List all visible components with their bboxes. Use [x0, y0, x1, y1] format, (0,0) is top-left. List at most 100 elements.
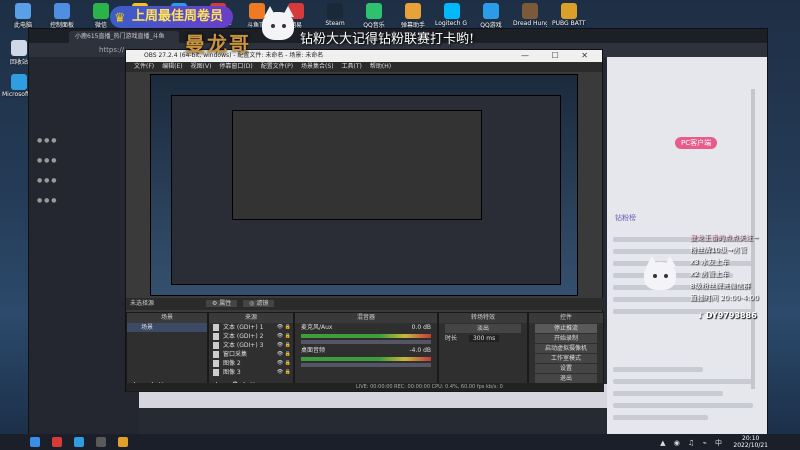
desktop-icon[interactable]: 控制面板 — [45, 3, 79, 29]
mixer-db-value: 0.0 dB — [411, 324, 431, 331]
menu-item[interactable]: 文件(F) — [134, 63, 154, 70]
controls-dock: 控件 停止推流 开始录制 启动虚拟摄像机 工作室模式 设置 退出 — [528, 312, 604, 392]
app-icon — [366, 3, 382, 19]
scenes-title: 场景 — [127, 313, 207, 323]
desktop-icon[interactable]: PUBG BATTLEGR... — [552, 3, 586, 27]
app-icon — [483, 3, 499, 19]
volume-slider[interactable] — [301, 363, 431, 367]
desktop-icon[interactable]: Dread Hunger — [513, 3, 547, 27]
control-button[interactable]: 工作室模式 — [535, 354, 597, 363]
menu-item[interactable]: 工具(T) — [342, 63, 362, 70]
site-sidebar: ● ● ● ● ● ● ● ● ● ● ● ● — [29, 57, 139, 435]
sources-dock: 来源 文本 (GDI+) 1 👁 🔒 文本 (GDI+) 2 👁 🔒 文本 (GDI… — [208, 312, 294, 392]
sidebar-item[interactable]: ● ● ● — [37, 177, 57, 184]
control-button[interactable]: 开始录制 — [535, 334, 597, 343]
control-button[interactable]: 停止推流 — [535, 324, 597, 333]
visibility-lock-icon[interactable]: 👁 🔒 — [277, 359, 291, 368]
overlay-title: 曼龙王番的点点关注~ — [690, 234, 759, 242]
menu-item[interactable]: 停靠窗口(D) — [219, 63, 252, 70]
clock-time: 20:10 — [742, 435, 760, 442]
source-type-icon — [213, 351, 219, 358]
control-button[interactable]: 启动虚拟摄像机 — [535, 344, 597, 353]
duration-row: 时长 300 ms — [439, 334, 527, 343]
visibility-lock-icon[interactable]: 👁 🔒 — [277, 332, 291, 341]
desktop-icon[interactable]: QQ游戏 — [474, 3, 508, 29]
taskbar-app-icon[interactable] — [118, 437, 128, 447]
desktop-icon-label: PUBG BATTLEGR... — [552, 20, 586, 27]
overlay-line: 粉丝牌10级→房管 — [690, 246, 747, 254]
desktop-icon[interactable]: Logitech G HUB — [435, 3, 469, 27]
menu-item[interactable]: 配置文件(P) — [261, 63, 293, 70]
control-button[interactable]: 设置 — [535, 364, 597, 373]
sidebar-item[interactable]: ● ● ● — [37, 137, 57, 144]
system-tray[interactable]: ▲ ◉ ♫ ⌁ 中 — [660, 438, 725, 448]
crown-icon: ♛ — [114, 11, 126, 26]
sidebar-item[interactable]: ● ● ● — [37, 157, 57, 164]
sources-title: 来源 — [209, 313, 293, 323]
source-item[interactable]: 文本 (GDI+) 2 👁 🔒 — [209, 332, 293, 341]
overlay-line: x2 房管上车 — [690, 270, 729, 278]
app-icon — [444, 3, 460, 19]
desktop-icon-label: Dread Hunger — [513, 20, 547, 27]
overlay-line: 直播时间 20:00-4:00 — [690, 294, 759, 302]
desktop-icon[interactable]: QQ音乐 — [357, 3, 391, 29]
visibility-lock-icon[interactable]: 👁 🔒 — [277, 350, 291, 359]
desktop-icon[interactable]: Steam — [318, 3, 352, 27]
properties-button[interactable]: ⚙ 属性 — [205, 300, 238, 307]
app-icon — [54, 3, 70, 19]
sidebar-item[interactable]: ● ● ● — [37, 197, 57, 204]
source-type-icon — [213, 342, 219, 349]
filters-button[interactable]: ◎ 滤镜 — [243, 300, 275, 307]
controls-title: 控件 — [529, 313, 603, 323]
source-item[interactable]: 窗口采集 👁 🔒 — [209, 350, 293, 359]
menu-item[interactable]: 场景集合(S) — [301, 63, 334, 70]
transition-select[interactable]: 淡出 — [445, 324, 521, 333]
nested-preview — [171, 95, 561, 285]
app-icon — [405, 3, 421, 19]
control-button[interactable]: 退出 — [535, 374, 597, 383]
no-source-label: 未选择源 — [130, 300, 155, 307]
mixer-channel-name: 麦克风/Aux — [301, 324, 333, 331]
start-icon[interactable] — [30, 437, 40, 447]
app-icon — [15, 3, 31, 19]
volume-slider[interactable] — [301, 340, 431, 344]
banner: ♛ 上周最佳周卷员 — [110, 6, 234, 28]
desktop-icon[interactable]: 弹幕助手 — [396, 3, 430, 29]
obs-preview[interactable] — [150, 74, 578, 296]
browser-tab[interactable]: 小鹿615直播_热门游戏直播_斗鱼 — [69, 31, 179, 43]
transitions-title: 转场特效 — [439, 313, 527, 323]
obs-menubar: 文件(F) 编辑(E) 视图(V) 停靠窗口(D) 配置文件(P) 场景集合(S) 工具(T… — [126, 62, 602, 72]
menu-item[interactable]: 视图(V) — [191, 63, 212, 70]
duration-label: 时长 — [445, 335, 458, 342]
taskbar-app-icon[interactable] — [74, 437, 84, 447]
menu-item[interactable]: 帮助(H) — [370, 63, 391, 70]
source-item[interactable]: 文本 (GDI+) 1 👁 🔒 — [209, 323, 293, 332]
obs-window[interactable]: OBS 27.2.4 (64-bit, windows) - 配置文件: 未命名… — [125, 49, 604, 392]
pc-client-button[interactable]: PC客户端 — [675, 137, 718, 149]
window-controls[interactable]: — ☐ ✕ — [521, 50, 598, 62]
mixer-title: 混音器 — [295, 313, 437, 323]
obs-docks: 场景 场景 + − ∧ ∨ 来源 文本 (GDI+) 1 👁 🔒文本 (GDI+… — [126, 312, 604, 392]
overlay-line: 8级粉丝牌进微信群 — [690, 282, 751, 290]
duration-input[interactable]: 300 ms — [468, 335, 500, 342]
volume-meter — [301, 357, 431, 361]
desktop-icon[interactable]: 此电脑 — [6, 3, 40, 29]
visibility-lock-icon[interactable]: 👁 🔒 — [277, 323, 291, 332]
visibility-lock-icon[interactable]: 👁 🔒 — [277, 341, 291, 350]
source-item[interactable]: 图像 2 👁 🔒 — [209, 359, 293, 368]
taskbar-app-icon[interactable] — [52, 437, 62, 447]
source-type-icon — [213, 324, 219, 331]
scenes-dock: 场景 场景 + − ∧ ∨ — [126, 312, 208, 392]
visibility-lock-icon[interactable]: 👁 🔒 — [277, 368, 291, 377]
source-type-icon — [213, 360, 219, 367]
source-item[interactable]: 图像 3 👁 🔒 — [209, 368, 293, 377]
taskbar-app-icon[interactable] — [96, 437, 106, 447]
clock[interactable]: 20:10 2022/10/21 — [733, 435, 768, 449]
source-item[interactable]: 文本 (GDI+) 3 👁 🔒 — [209, 341, 293, 350]
source-type-icon — [213, 369, 219, 376]
cat-mascot-icon — [258, 6, 298, 46]
scene-item[interactable]: 场景 — [127, 323, 207, 332]
app-icon — [11, 40, 27, 56]
streamer-name: 曼龙哥 — [185, 32, 251, 56]
menu-item[interactable]: 编辑(E) — [162, 63, 182, 70]
